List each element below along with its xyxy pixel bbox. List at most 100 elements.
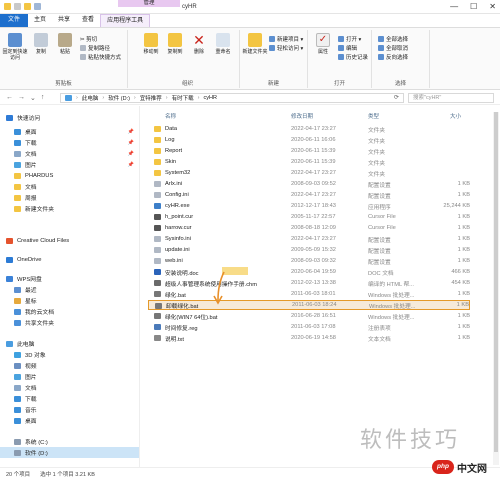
crumb-this-pc[interactable]: 此电脑 <box>82 94 99 102</box>
cut-button[interactable]: ✂ 剪切 <box>80 35 97 43</box>
sidebar-item[interactable]: Creative Cloud Files <box>0 235 139 246</box>
new-folder-icon[interactable] <box>24 3 31 10</box>
sidebar-item[interactable]: 文档 <box>0 382 139 393</box>
open-button[interactable]: 打开 ▾ <box>338 35 361 43</box>
cursor-file-icon <box>154 225 161 231</box>
file-row[interactable]: 说明.txt 2020-06-19 14:58 文本文档 1 KB <box>148 333 470 343</box>
file-row[interactable]: 绿化(WIN7 64位).bat 2016-06-28 16:51 Windows … <box>148 311 470 321</box>
paste-button[interactable]: 粘贴 <box>52 33 78 55</box>
sidebar-item[interactable]: OneDrive <box>0 254 139 265</box>
sidebar-item[interactable]: 下载 📌 <box>0 137 139 148</box>
sidebar-item[interactable]: 桌面 📌 <box>0 126 139 137</box>
sidebar-item[interactable]: 视频 <box>0 360 139 371</box>
column-size[interactable]: 大小 <box>450 112 461 120</box>
file-row[interactable]: h_point.cur 2005-11-17 22:57 Cursor File 1 … <box>148 212 470 222</box>
back-arrow-icon[interactable]: ← <box>6 94 13 102</box>
sidebar-item[interactable]: 图片 <box>0 371 139 382</box>
minimize-button[interactable]: — <box>450 2 458 11</box>
tab-home[interactable]: 主页 <box>28 14 52 27</box>
tab-application-tools[interactable]: 应用程序工具 <box>100 14 151 27</box>
crumb-downloads[interactable]: 有时下载 <box>172 94 194 102</box>
sidebar-item[interactable]: 系统 (C:) <box>0 436 139 447</box>
chevron-down-icon[interactable]: ⌄ <box>30 94 36 102</box>
copy-button[interactable]: 复制 <box>28 33 54 55</box>
sidebar-item[interactable]: 周报 <box>0 192 139 203</box>
close-button[interactable]: ✕ <box>489 2 496 11</box>
rename-button[interactable]: 重命名 <box>210 33 236 55</box>
file-row[interactable]: 超级人事管理系统使用操作手册.chm 2012-02-13 13:38 编译的 HT… <box>148 278 470 288</box>
edit-icon <box>338 45 344 51</box>
select-all-button[interactable]: 全部选择 <box>378 35 408 43</box>
properties-icon[interactable] <box>14 3 21 10</box>
vertical-scrollbar[interactable] <box>493 112 499 465</box>
copy-to-button[interactable]: 复制到 <box>162 33 188 55</box>
crumb-recommended[interactable]: 宜特推荐 <box>140 94 162 102</box>
folder-icon[interactable] <box>4 3 11 10</box>
sidebar-item[interactable]: 音乐 <box>0 404 139 415</box>
pin-quick-access-button[interactable]: 固定到快速访问 <box>2 33 28 61</box>
sidebar-item[interactable]: 快速访问 <box>0 112 139 123</box>
file-row[interactable]: Config.ini 2022-04-17 23:27 配置设置 1 KB <box>148 190 470 200</box>
file-row[interactable]: Log 2020-06-11 16:06 文件夹 <box>148 135 470 145</box>
maximize-button[interactable]: ☐ <box>470 2 477 11</box>
file-row[interactable]: 卸载绿化.bat 2011-06-03 18:24 Windows 批处理... 1 … <box>148 300 470 310</box>
column-date[interactable]: 修改日期 <box>291 112 313 120</box>
delete-button[interactable]: ✕ 删除 <box>186 33 212 55</box>
file-row[interactable]: System32 2022-04-17 23:27 文件夹 <box>148 168 470 178</box>
sidebar-item[interactable]: PHARDUS <box>0 170 139 181</box>
history-button[interactable]: 历史记录 <box>338 53 368 61</box>
column-type[interactable]: 类型 <box>368 112 379 120</box>
sidebar-item[interactable]: 下载 <box>0 393 139 404</box>
forward-arrow-icon[interactable]: → <box>18 94 25 102</box>
refresh-icon[interactable]: ⟳ <box>394 94 399 101</box>
move-to-button[interactable]: 移动到 <box>138 33 164 55</box>
crumb-drive-d[interactable]: 软件 (D:) <box>108 94 130 102</box>
new-item-button[interactable]: 新建项目 ▾ <box>269 35 303 43</box>
file-row[interactable]: update.ini 2009-05-09 15:32 配置设置 1 KB <box>148 245 470 255</box>
new-folder-button[interactable]: 新建文件夹 <box>242 33 268 55</box>
context-tab-manage[interactable]: 管理 <box>118 0 180 7</box>
paste-shortcut-button[interactable]: 粘贴快捷方式 <box>80 53 121 61</box>
scroll-thumb[interactable] <box>494 112 498 452</box>
edit-button[interactable]: 编辑 <box>338 44 357 52</box>
sidebar-item[interactable]: 桌面 <box>0 415 139 426</box>
up-arrow-icon[interactable]: ↑ <box>41 94 45 102</box>
file-row[interactable]: cyHR.exe 2012-12-17 18:43 应用程序 25,244 KB <box>148 201 470 211</box>
file-row[interactable]: Report 2020-06-11 15:39 文件夹 <box>148 146 470 156</box>
sidebar-item[interactable]: 最近 <box>0 284 139 295</box>
tab-file[interactable]: 文件 <box>0 14 29 27</box>
sidebar-item[interactable]: 3D 对象 <box>0 349 139 360</box>
sidebar-item[interactable]: 新建文件夹 <box>0 203 139 214</box>
file-row[interactable]: Data 2022-04-17 23:27 文件夹 <box>148 124 470 134</box>
sidebar-item[interactable]: 共享文件夹 <box>0 317 139 328</box>
sidebar-item[interactable]: 软件 (D:) <box>0 447 139 458</box>
sidebar-item[interactable]: 文档 <box>0 181 139 192</box>
tab-view[interactable]: 查看 <box>76 14 100 27</box>
customize-icon[interactable] <box>34 3 41 10</box>
file-row[interactable]: 时间修复.reg 2011-06-03 17:08 注册表项 1 KB <box>148 322 470 332</box>
file-row[interactable]: Arlx.ini 2008-09-03 09:52 配置设置 1 KB <box>148 179 470 189</box>
sidebar-item[interactable]: 此电脑 <box>0 338 139 349</box>
invert-selection-button[interactable]: 反向选择 <box>378 53 408 61</box>
tab-share[interactable]: 共享 <box>52 14 76 27</box>
file-row[interactable]: 安装说明.doc 2020-06-04 19:59 DOC 文档 466 KB <box>148 267 470 277</box>
column-name[interactable]: 名称 <box>165 112 176 120</box>
properties-button[interactable]: ✓ 属性 <box>310 33 336 55</box>
crumb-cyhr[interactable]: cyHR <box>203 95 216 101</box>
easy-access-button[interactable]: 轻松访问 ▾ <box>269 44 303 52</box>
copy-path-button[interactable]: 复制路径 <box>80 44 110 52</box>
sidebar-item[interactable]: 图片 📌 <box>0 159 139 170</box>
file-row[interactable]: Sysinfo.ini 2022-04-17 23:27 配置设置 1 KB <box>148 234 470 244</box>
search-input[interactable]: 搜索"cyHR" <box>408 93 494 103</box>
sidebar-item[interactable]: 我的云文档 <box>0 306 139 317</box>
select-none-button[interactable]: 全部取消 <box>378 44 408 52</box>
cube-icon <box>14 351 21 358</box>
file-row[interactable]: Skin 2020-06-11 15:39 文件夹 <box>148 157 470 167</box>
file-row[interactable]: 绿化.bat 2011-06-03 18:01 Windows 批处理... 1 KB <box>148 289 470 299</box>
file-row[interactable]: web.ini 2008-09-03 09:32 配置设置 1 KB <box>148 256 470 266</box>
sidebar-item[interactable]: 文档 📌 <box>0 148 139 159</box>
sidebar-item[interactable]: WPS网盘 <box>0 273 139 284</box>
breadcrumb[interactable]: › 此电脑 › 软件 (D:) › 宜特推荐 › 有时下载 › cyHR <box>60 93 404 103</box>
sidebar-item[interactable]: 星标 <box>0 295 139 306</box>
file-row[interactable]: harrow.cur 2008-08-18 12:09 Cursor File 1 K… <box>148 223 470 233</box>
